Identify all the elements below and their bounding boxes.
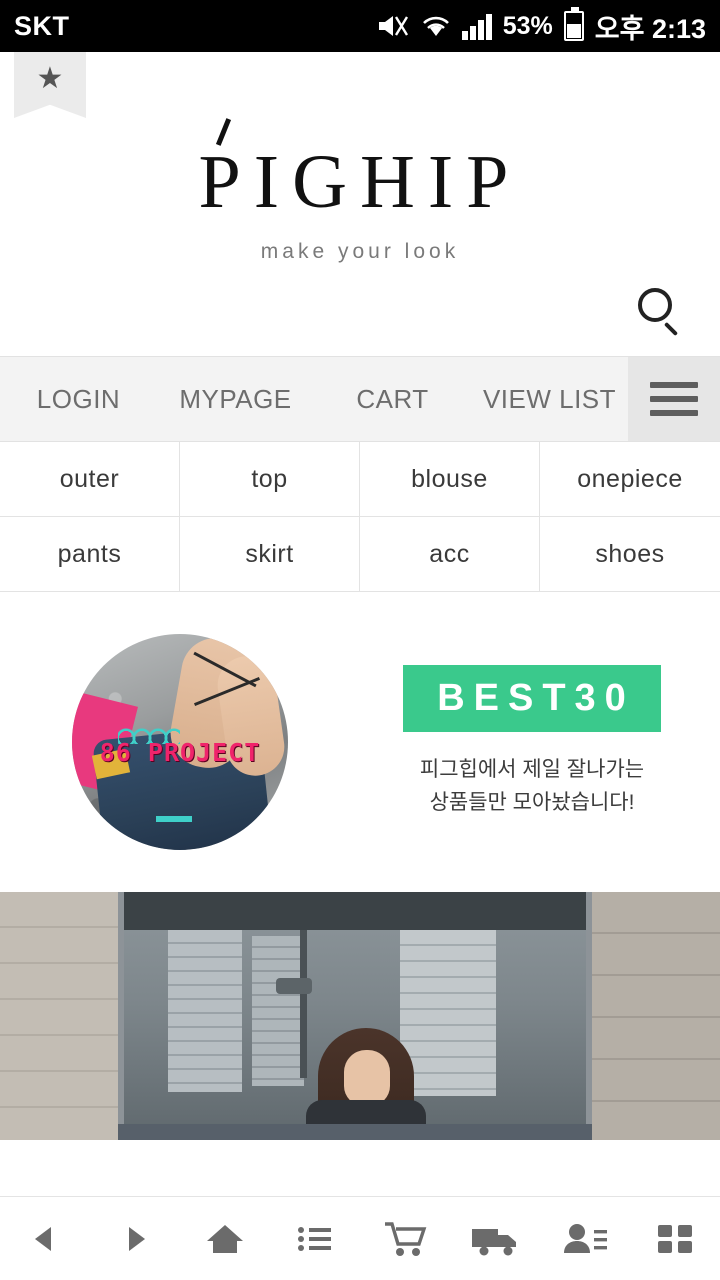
account-icon[interactable] [540, 1219, 630, 1259]
forward-arrow-icon[interactable] [90, 1219, 180, 1259]
hero-ground [118, 1124, 592, 1140]
brand-logo[interactable]: PIGHIP [199, 118, 522, 220]
status-icons: 53% 오후 2:13 [376, 7, 706, 46]
hero-building-right-texture [592, 892, 720, 1140]
promo-left[interactable]: 86 PROJECT [0, 634, 360, 850]
category-top[interactable]: top [180, 442, 360, 517]
status-bar: SKT 53% 오후 2:13 [0, 0, 720, 52]
best30-desc-line2: 상품들만 모아놨습니다! [429, 790, 635, 814]
best30-description: 피그힙에서 제일 잘나가는 상품들만 모아놨습니다! [360, 754, 704, 819]
category-blouse[interactable]: blouse [360, 442, 540, 517]
promo-right[interactable]: BEST30 피그힙에서 제일 잘나가는 상품들만 모아놨습니다! [360, 664, 720, 819]
best30-badge[interactable]: BEST30 [403, 664, 661, 732]
list-icon[interactable] [270, 1219, 360, 1259]
carrier-label: SKT [14, 10, 70, 41]
category-skirt[interactable]: skirt [180, 517, 360, 592]
cart-icon[interactable] [360, 1218, 450, 1260]
search-icon[interactable] [638, 288, 682, 337]
nav-item-login[interactable]: LOGIN [0, 357, 157, 441]
category-outer[interactable]: outer [0, 442, 180, 517]
dash-graphic [156, 816, 192, 822]
delivery-truck-icon[interactable] [450, 1219, 540, 1259]
brand-name: PIGHIP [198, 140, 522, 224]
search-row [0, 264, 720, 356]
mute-icon [376, 11, 410, 41]
nav-item-mypage[interactable]: MYPAGE [157, 357, 314, 441]
battery-percent-label: 53% [502, 11, 553, 40]
promo-row: 86 PROJECT BEST30 피그힙에서 제일 잘나가는 상품들만 모아놨… [0, 592, 720, 892]
brand-header: PIGHIP make your look [0, 52, 720, 264]
wifi-icon [421, 12, 451, 40]
nav-item-cart[interactable]: CART [314, 357, 471, 441]
category-pants[interactable]: pants [0, 517, 180, 592]
search-lens [638, 288, 672, 322]
grid-icon[interactable] [630, 1219, 720, 1259]
app-screen: SKT 53% 오후 2:13 ★ PIGHIP make your look [0, 0, 720, 1280]
back-arrow-icon[interactable] [0, 1219, 90, 1259]
promo-caption: 86 PROJECT [99, 738, 261, 767]
search-handle [663, 321, 679, 337]
category-shoes[interactable]: shoes [540, 517, 720, 592]
hero-building-left-texture [0, 892, 118, 1140]
category-onepiece[interactable]: onepiece [540, 442, 720, 517]
main-nav: LOGIN MYPAGE CART VIEW LIST [0, 356, 720, 442]
signal-icon [461, 12, 492, 40]
86-project-circle-photo[interactable]: 86 PROJECT [72, 634, 288, 850]
best30-desc-line1: 피그힙에서 제일 잘나가는 [419, 757, 645, 781]
battery-icon [563, 7, 584, 41]
star-icon: ★ [36, 62, 64, 95]
browser-bottom-bar [0, 1196, 720, 1280]
lookbook-street-photo[interactable] [0, 892, 720, 1140]
category-acc[interactable]: acc [360, 517, 540, 592]
hamburger-icon[interactable] [628, 357, 720, 441]
brand-tagline: make your look [260, 240, 460, 263]
nav-item-viewlist[interactable]: VIEW LIST [471, 357, 628, 441]
category-grid: outer top blouse onepiece pants skirt ac… [0, 442, 720, 592]
hero-model-face [344, 1050, 390, 1106]
clock-label: 오후 2:13 [594, 13, 706, 44]
home-icon[interactable] [180, 1219, 270, 1259]
